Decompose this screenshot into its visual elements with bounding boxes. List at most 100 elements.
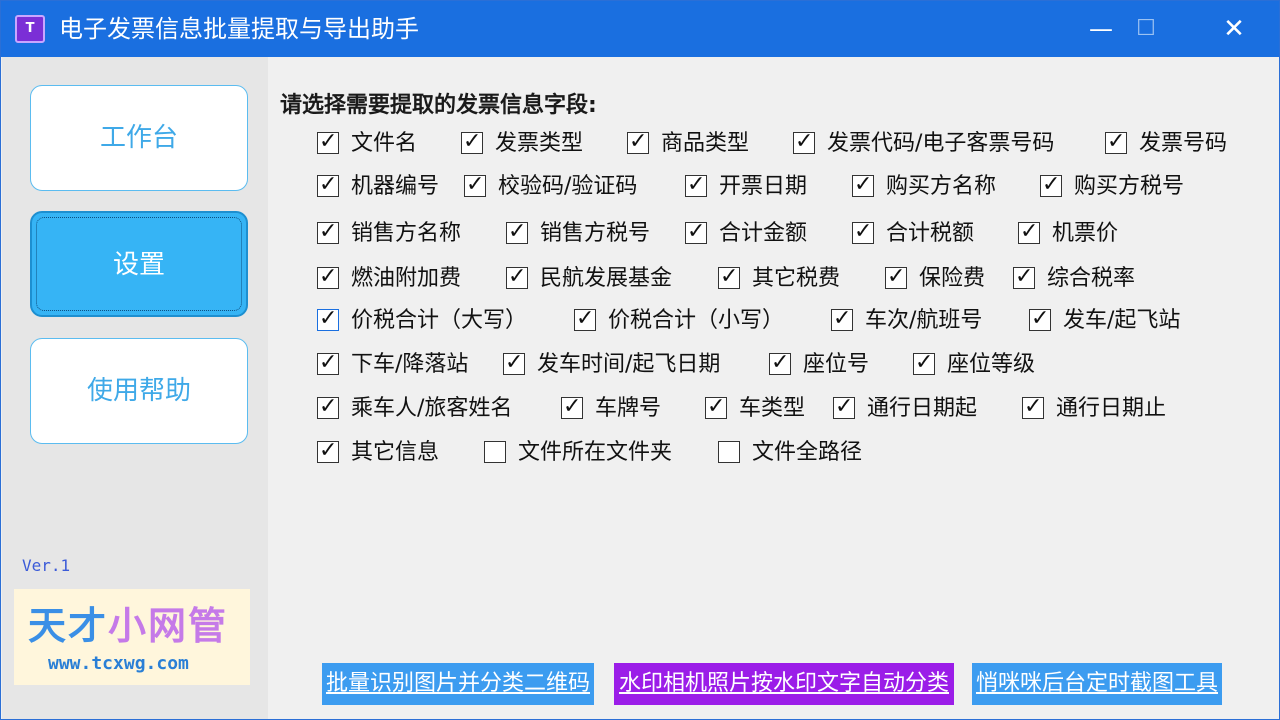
checkmark-icon: ✓ [319,264,338,289]
checkbox-checked-icon[interactable]: ✓ [574,306,596,331]
checkbox-checked-icon[interactable]: ✓ [852,219,874,244]
checkbox-label: 机票价 [1052,221,1119,246]
checkbox-label: 发票代码/电子客票号码 [827,131,1055,156]
checkmark-icon: ✓ [707,394,726,419]
checkbox-label: 座位等级 [947,352,1036,377]
nav-help-button[interactable]: 使用帮助 [30,338,248,444]
checkmark-icon: ✓ [1015,264,1034,289]
checkbox-checked-icon[interactable]: ✓ [1105,129,1127,154]
checkbox-label: 座位号 [803,352,870,377]
checkbox-checked-icon[interactable]: ✓ [317,394,339,419]
checkbox-checked-icon[interactable]: ✓ [627,129,649,154]
checkbox-checked-icon[interactable]: ✓ [317,438,339,463]
checkbox-checked-icon[interactable]: ✓ [1018,219,1040,244]
checkmark-icon: ✓ [505,350,524,375]
checkbox-checked-icon[interactable]: ✓ [1029,306,1051,331]
field-select-prompt: 请选择需要提取的发票信息字段: [280,93,597,118]
checkmark-icon: ✓ [854,172,873,197]
promo-link[interactable]: 水印相机照片按水印文字自动分类 [614,663,954,705]
promo-link[interactable]: 批量识别图片并分类二维码 [322,663,594,705]
checkbox-label: 下车/降落站 [351,352,469,377]
checkbox-label: 文件全路径 [752,440,863,465]
checkbox-checked-icon[interactable]: ✓ [1013,264,1035,289]
checkbox-checked-icon[interactable]: ✓ [317,264,339,289]
checkbox-checked-icon[interactable]: ✓ [506,219,528,244]
title-bar[interactable]: T 电子发票信息批量提取与导出助手 — ☐ ✕ [1,1,1279,57]
checkbox-label: 机器编号 [351,174,440,199]
checkmark-icon: ✓ [771,350,790,375]
version-label: Ver.1 [22,556,71,575]
checkbox-checked-icon[interactable]: ✓ [317,129,339,154]
checkbox-checked-icon[interactable]: ✓ [317,172,339,197]
window-title: 电子发票信息批量提取与导出助手 [59,15,419,43]
checkbox-label: 其它信息 [351,440,440,465]
checkbox-checked-icon[interactable]: ✓ [464,172,486,197]
checkbox-label: 车类型 [739,396,806,421]
checkmark-icon: ✓ [833,306,852,331]
checkbox-label: 校验码/验证码 [498,174,638,199]
checkbox-label: 文件所在文件夹 [518,440,673,465]
checkbox-checked-icon[interactable]: ✓ [1022,394,1044,419]
sidebar: 工作台 设置 使用帮助 Ver.1 天才小网管 www.tcxwg.com [2,57,268,719]
checkbox-checked-icon[interactable]: ✓ [461,129,483,154]
checkbox-checked-icon[interactable]: ✓ [317,219,339,244]
checkbox-checked-icon[interactable]: ✓ [913,350,935,375]
checkbox-checked-icon[interactable]: ✓ [852,172,874,197]
nav-settings-button[interactable]: 设置 [30,211,248,317]
checkbox-checked-icon[interactable]: ✓ [685,219,707,244]
checkbox-label: 发票类型 [495,131,584,156]
checkmark-icon: ✓ [319,172,338,197]
checkbox-label: 其它税费 [752,266,841,291]
checkbox-checked-icon[interactable]: ✓ [561,394,583,419]
checkbox-checked-icon[interactable]: ✓ [503,350,525,375]
logo-text-part1: 天才 [28,604,109,648]
checkbox-label: 通行日期起 [867,396,978,421]
checkmark-icon: ✓ [319,438,338,463]
checkbox-label: 合计税额 [886,221,975,246]
checkbox-checked-icon[interactable]: ✓ [718,264,740,289]
checkbox-label: 购买方名称 [886,174,997,199]
checkbox-checked-icon[interactable]: ✓ [885,264,907,289]
checkbox-unchecked-icon[interactable] [484,441,506,463]
checkmark-icon: ✓ [319,306,338,331]
checkbox-checked-icon[interactable]: ✓ [705,394,727,419]
checkbox-label: 开票日期 [719,174,808,199]
checkbox-checked-icon[interactable]: ✓ [506,264,528,289]
checkbox-label: 保险费 [919,266,986,291]
checkbox-checked-icon[interactable]: ✓ [685,172,707,197]
checkmark-icon: ✓ [1020,219,1039,244]
checkmark-icon: ✓ [887,264,906,289]
checkmark-icon: ✓ [720,264,739,289]
close-button[interactable]: ✕ [1189,1,1279,57]
checkbox-label: 购买方税号 [1074,174,1185,199]
checkbox-label: 通行日期止 [1056,396,1167,421]
checkbox-checked-icon[interactable]: ✓ [831,306,853,331]
checkbox-checked-icon[interactable]: ✓ [317,350,339,375]
checkbox-label: 商品类型 [661,131,750,156]
checkbox-checked-icon[interactable]: ✓ [793,129,815,154]
checkbox-label: 综合税率 [1047,266,1136,291]
checkbox-checked-icon[interactable]: ✓ [833,394,855,419]
focus-outline [36,217,242,311]
checkmark-icon: ✓ [319,394,338,419]
app-icon: T [15,15,45,43]
maximize-button[interactable]: ☐ [1101,1,1191,57]
checkbox-label: 合计金额 [719,221,808,246]
checkbox-checked-icon[interactable]: ✓ [1040,172,1062,197]
checkmark-icon: ✓ [915,350,934,375]
checkbox-label: 燃油附加费 [351,266,462,291]
checkmark-icon: ✓ [508,219,527,244]
checkbox-unchecked-icon[interactable] [718,441,740,463]
checkbox-label: 销售方名称 [351,221,462,246]
checkbox-checked-icon[interactable]: ✓ [317,306,339,331]
promo-link[interactable]: 悄咪咪后台定时截图工具 [972,663,1222,705]
settings-panel: 请选择需要提取的发票信息字段: ✓ 文件名 ✓ 发票类型 ✓ 商品类型 ✓ 发票代码/电子客票… [268,57,1279,719]
checkmark-icon: ✓ [687,172,706,197]
checkmark-icon: ✓ [319,350,338,375]
checkbox-checked-icon[interactable]: ✓ [769,350,791,375]
checkmark-icon: ✓ [466,172,485,197]
checkmark-icon: ✓ [835,394,854,419]
brand-logo: 天才小网管 www.tcxwg.com [14,589,250,685]
logo-text: 天才小网管 [28,595,228,650]
nav-workbench-button[interactable]: 工作台 [30,85,248,191]
